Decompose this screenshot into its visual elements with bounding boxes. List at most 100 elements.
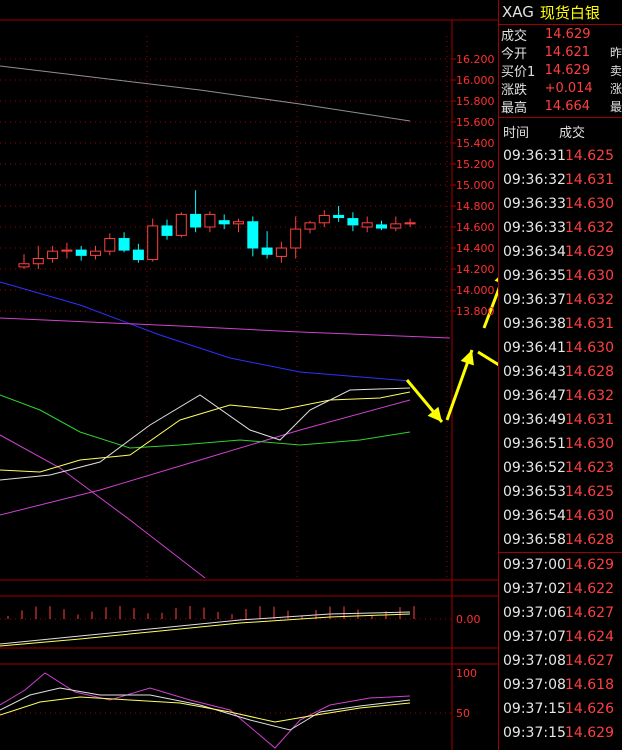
trade-price: 14.632 (565, 292, 614, 308)
trade-row: 09:36:38 14.631 (499, 312, 622, 336)
trade-row: 09:36:52 14.623 (499, 456, 622, 480)
quote-label: 最高 (501, 100, 528, 116)
axis-tick-label: 15.600 (456, 116, 495, 129)
quote-row: 买价1 14.629 卖 (499, 61, 622, 80)
trade-time: 09:37:15 (503, 725, 566, 741)
quote-row: 最高 14.664 最 (499, 97, 622, 116)
ma-line (0, 387, 411, 481)
indicator-layer (0, 606, 415, 749)
trade-row: 09:37:08 14.618 (499, 673, 622, 697)
trade-time: 09:36:33 (503, 196, 566, 212)
arrow-icon (482, 286, 498, 329)
candle-body (90, 250, 101, 256)
trade-row: 09:37:02 14.622 (499, 577, 622, 601)
quote-value: +0.014 (544, 80, 593, 96)
trade-row: 09:36:43 14.628 (499, 360, 622, 384)
trade-row: 09:36:32 14.631 (499, 168, 622, 192)
trade-price: 14.628 (565, 364, 614, 380)
quote-cut-label: 最 (609, 99, 622, 114)
trade-row: 09:36:37 14.632 (499, 288, 622, 312)
trade-row: 09:37:08 14.627 (499, 649, 622, 673)
trade-price: 14.631 (565, 172, 614, 188)
axis-tick-label: 15.200 (456, 158, 495, 171)
trade-row: 09:36:51 14.630 (499, 432, 622, 456)
quote-summary: 成交 14.629 今开 14.621 昨买价1 14.629 卖涨跌 +0.014 涨最高 14… (499, 25, 622, 116)
candle-body (218, 220, 230, 225)
chart-area[interactable]: 16.200 16.000 15.800 15.600 15.400 15.200 15.0… (0, 0, 498, 750)
trade-row: 09:36:47 14.632 (499, 384, 622, 408)
candle-body (118, 238, 130, 251)
quote-label: 涨跌 (501, 82, 528, 98)
trade-price: 14.627 (565, 605, 614, 621)
candle-body (161, 225, 173, 236)
candle-body (204, 213, 216, 228)
kdj-k-line (0, 687, 411, 731)
trade-time: 09:37:07 (503, 629, 566, 645)
trade-list[interactable]: 09:36:31 14.625 09:36:32 14.631 09:36:33 14.6… (499, 144, 622, 745)
trade-time: 09:37:02 (503, 581, 566, 597)
quote-cut-label: 涨 (609, 81, 622, 96)
candle-body (147, 225, 159, 261)
candle-body (18, 263, 30, 268)
candle-body (390, 223, 402, 229)
candle-body (275, 247, 287, 257)
ma-line (0, 399, 411, 516)
trade-time: 09:36:37 (503, 292, 566, 308)
candle-body (47, 250, 59, 259)
quote-cut-label: 卖 (609, 63, 622, 78)
candle-body (75, 249, 87, 256)
trade-time: 09:36:33 (503, 220, 566, 236)
quote-panel: XAG 现货白银 成交 14.629 今开 14.621 昨买价1 14.629 卖涨跌 +0… (498, 0, 622, 750)
axis-tick-label: 13.800 (456, 305, 495, 318)
kdj-tick-label: 100 (456, 667, 477, 680)
quote-row: 涨跌 +0.014 涨 (499, 79, 622, 98)
candle-body (32, 258, 44, 265)
quote-value: 14.629 (544, 62, 591, 78)
axis-tick-label: 15.800 (456, 95, 495, 108)
trade-header-time: 时间 (503, 125, 530, 141)
trade-header-price: 成交 (559, 125, 586, 141)
trade-row: 09:36:54 14.630 (499, 504, 622, 528)
axis-tick-label: 14.400 (456, 242, 495, 255)
trade-price: 14.632 (565, 220, 614, 236)
candle-body (261, 247, 273, 255)
trade-time: 09:36:47 (503, 388, 566, 404)
trade-time: 09:36:54 (503, 508, 566, 524)
macd-tick-label: 0.00 (456, 613, 481, 626)
quote-label: 今开 (501, 46, 528, 62)
trade-row: 09:37:07 14.624 (499, 625, 622, 649)
trade-time: 09:37:06 (503, 605, 566, 621)
kdj-j-line (0, 672, 411, 749)
quote-row: 成交 14.629 (499, 25, 622, 44)
ma-line (0, 434, 206, 579)
axis-tick-label: 15.000 (456, 179, 495, 192)
candle-body (361, 222, 373, 228)
arrow-icon (477, 350, 498, 367)
axis-tick-label: 14.600 (456, 221, 495, 234)
axis-tick-label: 15.400 (456, 137, 495, 150)
trade-time: 09:37:00 (503, 557, 566, 573)
trade-row: 09:36:34 14.629 (499, 240, 622, 264)
trade-row: 09:36:33 14.632 (499, 216, 622, 240)
axis-tick-label: 16.000 (456, 74, 495, 87)
kdj-tick-label: 50 (456, 707, 470, 720)
trade-price: 14.623 (565, 460, 614, 476)
trade-price: 14.630 (565, 436, 614, 452)
candle-body (404, 222, 416, 225)
trade-time: 09:36:52 (503, 460, 566, 476)
trade-row: 09:36:49 14.631 (499, 408, 622, 432)
trade-time: 09:36:31 (503, 148, 566, 164)
trade-time: 09:36:35 (503, 268, 566, 284)
trade-price: 14.625 (565, 148, 614, 164)
candle-body (290, 228, 302, 249)
candlestick-chart[interactable]: 16.200 16.000 15.800 15.600 15.400 15.200 15.0… (0, 0, 498, 750)
trade-row: 09:36:58 14.628 (499, 528, 622, 552)
ma-line (0, 317, 451, 339)
trade-row: 09:36:33 14.630 (499, 192, 622, 216)
trade-price: 14.629 (565, 557, 614, 573)
axis-tick-label: 16.200 (456, 53, 495, 66)
quote-label: 成交 (501, 28, 528, 44)
trade-row: 09:37:06 14.627 (499, 601, 622, 625)
quote-name: 现货白银 (539, 3, 600, 22)
candle-body (304, 222, 316, 230)
